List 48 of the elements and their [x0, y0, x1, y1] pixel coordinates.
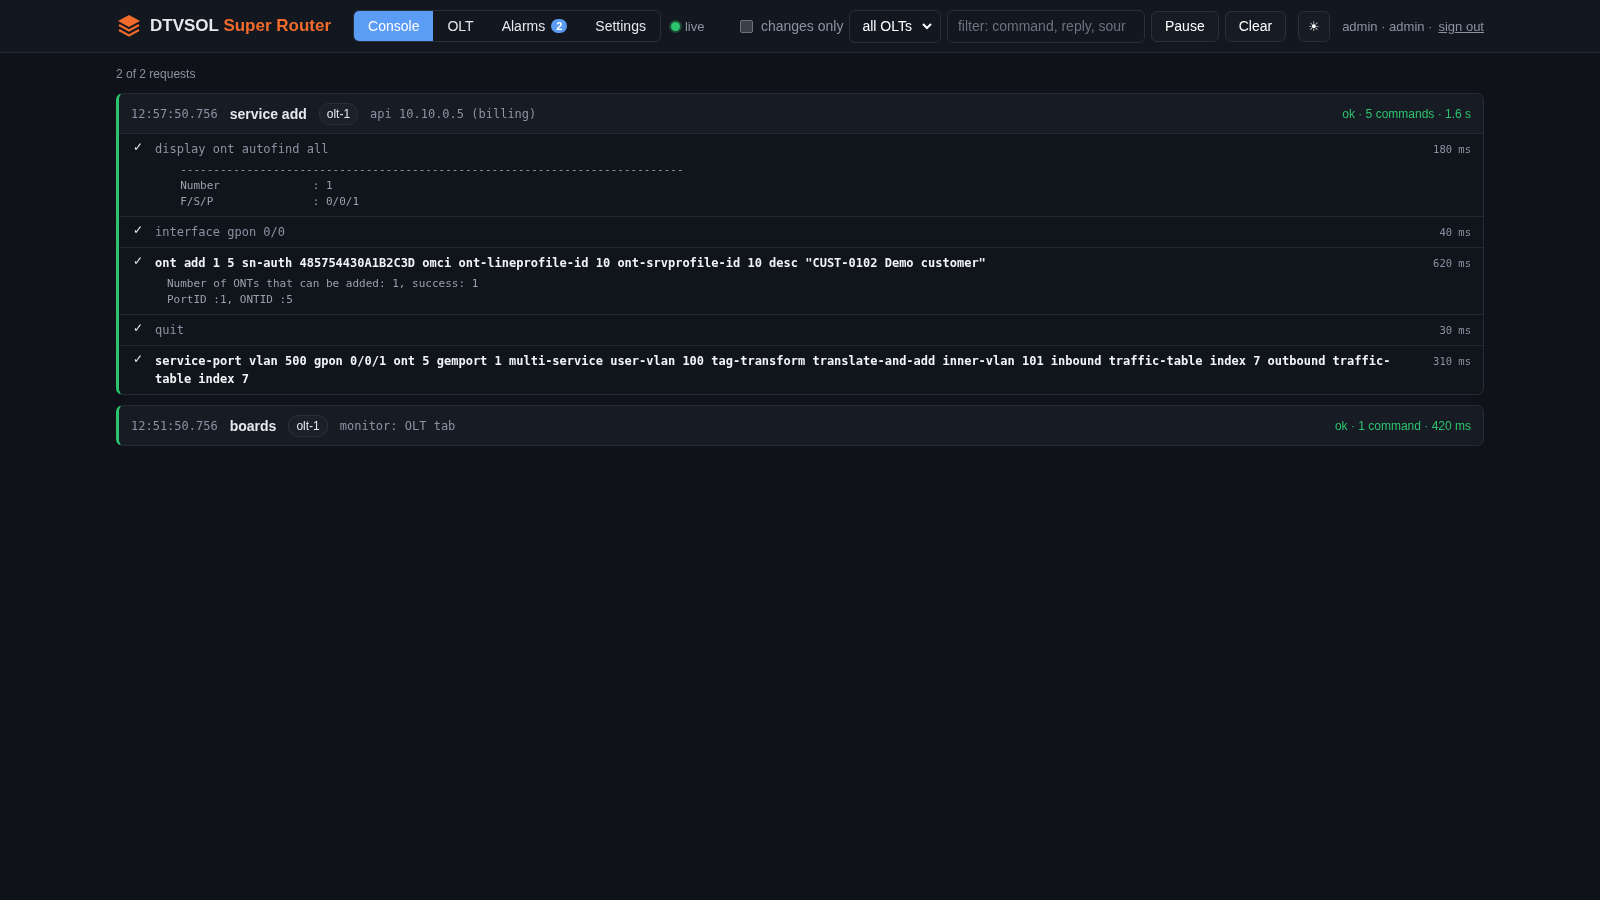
olt-tag: olt-1: [318, 102, 359, 125]
check-mark: ✓: [133, 321, 144, 337]
toolbar-button[interactable]: Pause: [1150, 10, 1219, 42]
check-mark: ✓: [133, 352, 144, 368]
timestamp: 12:57:50.756: [131, 106, 218, 121]
command-text: interface gpon 0/0: [155, 224, 287, 241]
duration: 40 ms: [1438, 225, 1471, 240]
logo-icon: [116, 13, 142, 39]
reply-line: ----------------------------------------------------------------------------: [179, 162, 685, 178]
command-text: service-port vlan 500 gpon 0/0/1 ont 5 gemport 1 multi-service user-vlan 100 tag-transform translate-and-add inner-vlan 101 inbound traffic-table index 7 outbound traffic-table index 7: [155, 353, 1392, 388]
duration: 620 ms: [1432, 256, 1471, 271]
check-mark: ✓: [133, 223, 144, 239]
request-title: service add: [229, 105, 307, 122]
checkbox[interactable]: [739, 19, 753, 33]
request-source: api 10.10.0.5 (billing): [370, 106, 537, 121]
reply-line: Number of ONTs that can be added: 1, success: 1: [167, 276, 480, 292]
check-mark: ✓: [133, 140, 144, 156]
olt-dropdown[interactable]: all OLTs: [849, 9, 941, 43]
duration: 180 ms: [1432, 142, 1471, 157]
request-count: 2 of 2 requests: [116, 67, 197, 81]
command-text: ont add 1 5 sn-auth 485754430A1B2C3D omci ont-lineprofile-id 10 ont-srvprofile-id 10 desc "CUST-0102 Demo customer": [155, 255, 987, 272]
reply-line: Number : 1: [179, 178, 334, 194]
request-title: boards: [229, 417, 277, 434]
theme-toggle-button[interactable]: ☀: [1298, 10, 1331, 42]
nav-tab[interactable]: Settings: [581, 11, 660, 41]
brand-name: DTVSOL Super Router: [150, 16, 332, 36]
user-info: admin · admin ·: [1342, 18, 1433, 34]
reply-line: PortID :1, ONTID :5: [167, 292, 294, 308]
sign-out-link[interactable]: sign out: [1438, 18, 1484, 34]
command-text: quit: [155, 322, 185, 339]
toolbar-button[interactable]: Clear: [1224, 10, 1287, 42]
check-mark: ✓: [133, 254, 144, 270]
nav-tab[interactable]: OLT: [433, 11, 488, 41]
reply-line: F/S/P : 0/0/1: [179, 194, 361, 210]
request-status: ok · 1 command · 420 ms: [1334, 418, 1471, 433]
live-label: live: [684, 18, 705, 34]
filter-field[interactable]: filter: command, reply, sour: [946, 9, 1145, 43]
nav-tab[interactable]: Alarms 2: [487, 11, 582, 41]
timestamp: 12:51:50.756: [131, 418, 218, 433]
duration: 310 ms: [1432, 354, 1471, 369]
request-source: monitor: OLT tab: [339, 418, 456, 433]
request-status: ok · 5 commands · 1.6 s: [1342, 106, 1471, 121]
checkbox-label: changes only: [760, 18, 844, 34]
caret-icon: [921, 22, 932, 30]
command-text: display ont autofind all: [155, 141, 330, 158]
duration: 30 ms: [1438, 323, 1471, 338]
count-badge: 2: [551, 19, 568, 33]
olt-tag: olt-1: [288, 414, 328, 437]
